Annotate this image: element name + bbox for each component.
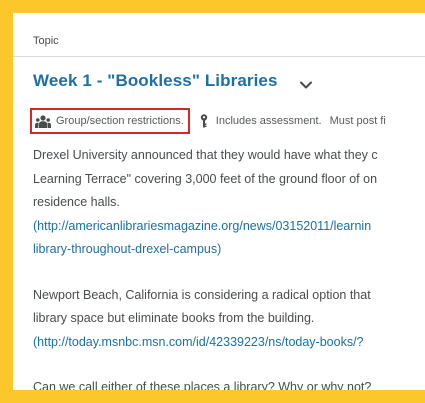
- topic-meta-row: Group/section restrictions. Includes ass…: [30, 108, 386, 134]
- paragraph-line: library space but eliminate books from t…: [33, 311, 315, 325]
- paragraph-line: Learning Terrace" covering 3,000 feet of…: [33, 171, 378, 186]
- highlight-frame: Topic Week 1 - "Bookless" Libraries Grou…: [0, 0, 425, 403]
- topic-header: Topic: [13, 13, 425, 57]
- key-icon: [200, 114, 208, 128]
- group-icon: [35, 114, 51, 128]
- article-link-continued[interactable]: library-throughout-drexel-campus): [33, 238, 425, 262]
- topic-title[interactable]: Week 1 - "Bookless" Libraries: [33, 71, 278, 91]
- article-link[interactable]: (http://americanlibrariesmagazine.org/ne…: [33, 215, 425, 239]
- question-line: Can we call either of these places a lib…: [33, 380, 372, 390]
- group-restrictions-indicator[interactable]: Group/section restrictions.: [30, 108, 190, 134]
- assessment-indicator: Includes assessment.: [200, 114, 322, 128]
- assessment-label: Includes assessment.: [215, 115, 322, 127]
- chevron-down-icon[interactable]: [298, 77, 314, 93]
- title-row: Week 1 - "Bookless" Libraries: [33, 69, 314, 93]
- must-post-label: Must post fi: [329, 115, 386, 127]
- topic-description: Drexel University announced that they wo…: [33, 144, 425, 390]
- topic-panel: Topic Week 1 - "Bookless" Libraries Grou…: [13, 13, 425, 390]
- topic-type-label: Topic: [33, 35, 59, 47]
- article-link[interactable]: (http://today.msnbc.msn.com/id/42339223/…: [33, 331, 425, 355]
- restriction-label: Group/section restrictions.: [56, 115, 184, 127]
- paragraph-line: residence halls.: [33, 195, 120, 209]
- paragraph-line: Newport Beach, California is considering…: [33, 287, 371, 302]
- paragraph-line: Drexel University announced that they wo…: [33, 148, 378, 162]
